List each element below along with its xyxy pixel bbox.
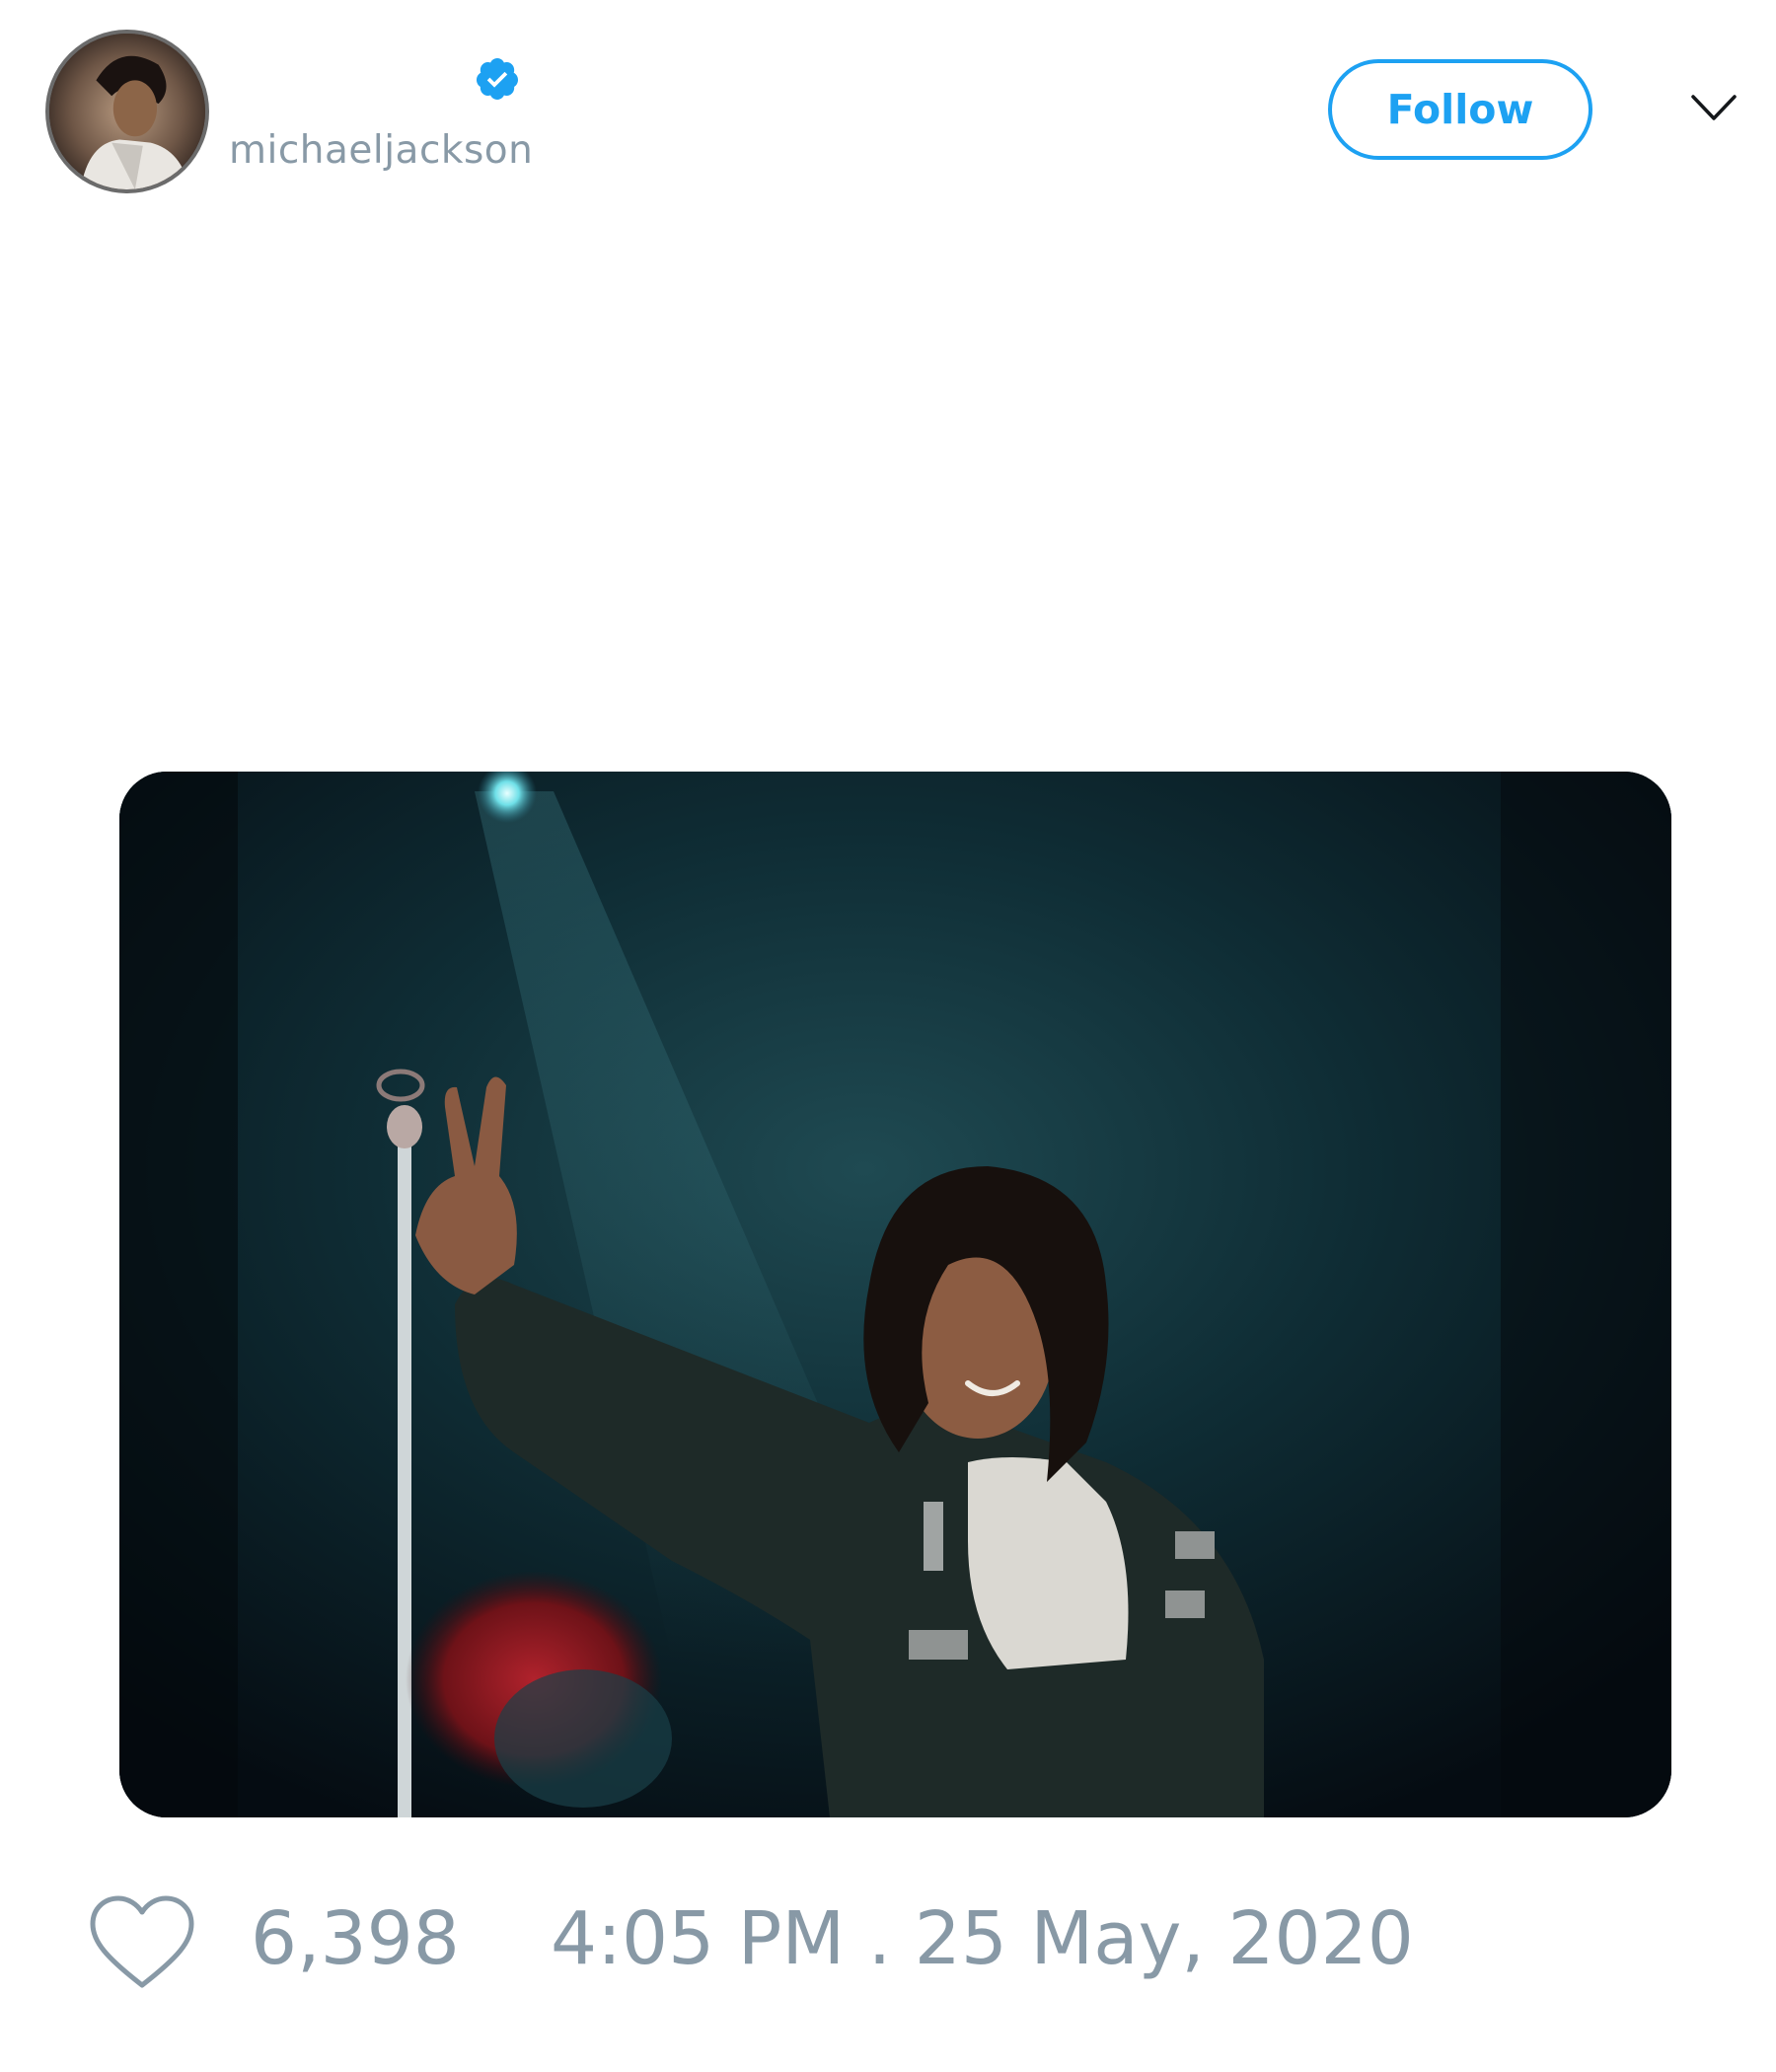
heart-icon[interactable] xyxy=(87,1894,197,1993)
follow-button[interactable]: Follow xyxy=(1328,59,1592,160)
chevron-down-icon[interactable] xyxy=(1689,89,1739,128)
tweet-card: michaeljackson Follow 6,398 4:05 PM . 25… xyxy=(0,0,1776,2072)
tweet-photo[interactable] xyxy=(119,772,1671,1817)
avatar[interactable] xyxy=(45,30,209,193)
tweet-timestamp[interactable]: 4:05 PM . 25 May, 2020 xyxy=(551,1902,1414,1975)
concert-photo xyxy=(119,772,1671,1817)
avatar-image xyxy=(49,34,205,189)
verified-badge-icon xyxy=(476,58,518,100)
like-count[interactable]: 6,398 xyxy=(251,1902,460,1975)
user-handle[interactable]: michaeljackson xyxy=(229,128,533,173)
